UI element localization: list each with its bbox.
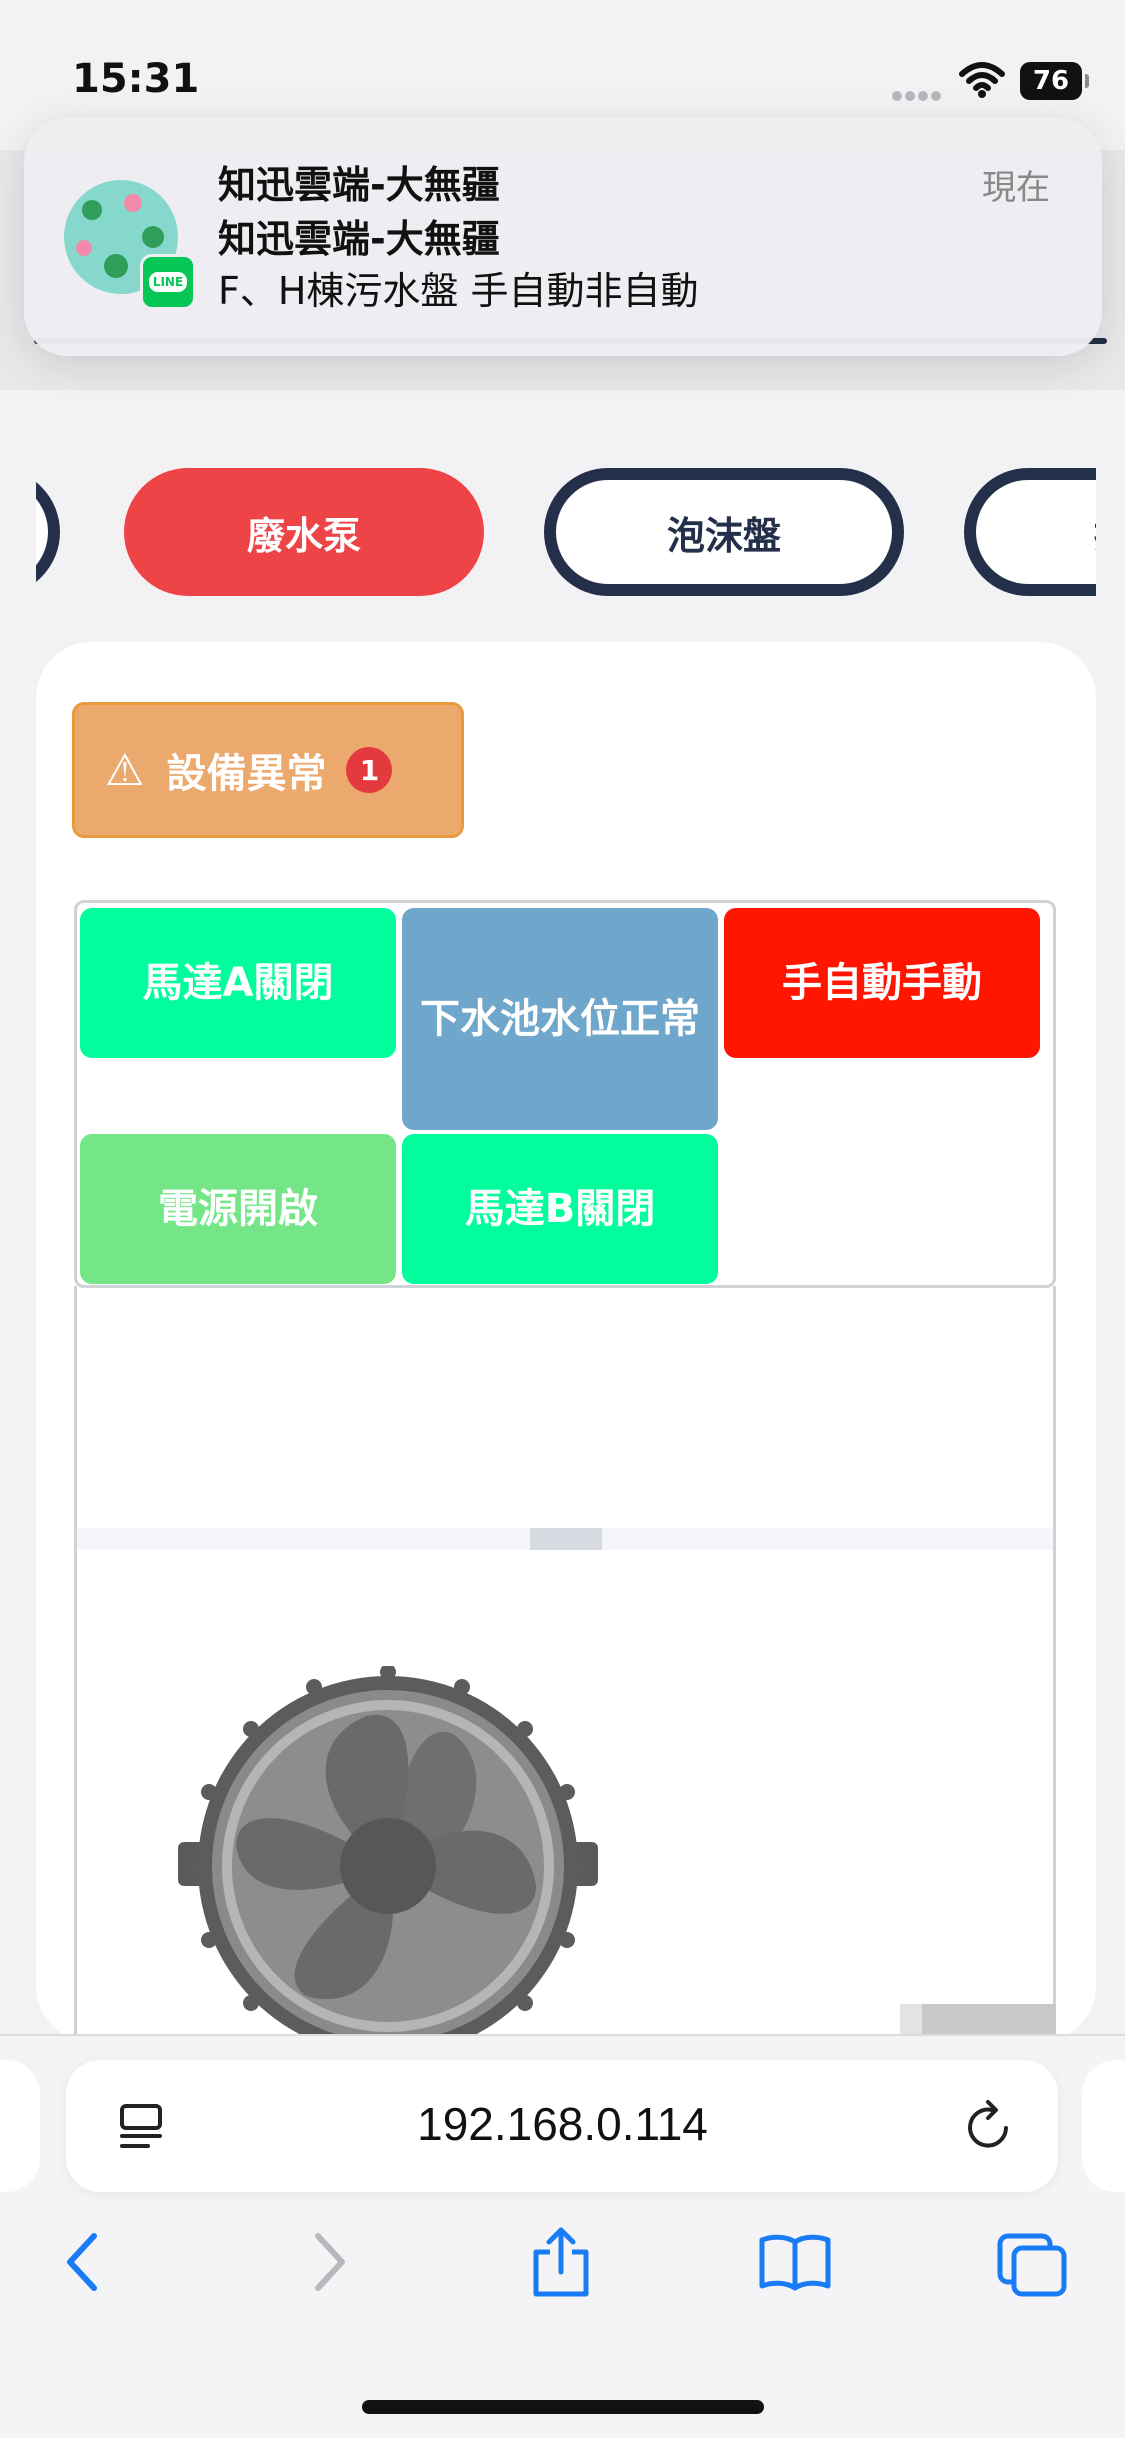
tab-next[interactable]: 抽 <box>964 468 1096 596</box>
reload-icon[interactable] <box>962 2098 1018 2154</box>
line-app-label: LINE <box>148 272 188 292</box>
notification-body: F、H棟污水盤 手自動非自動 <box>218 269 699 313</box>
tab-previous[interactable] <box>36 468 60 596</box>
back-icon[interactable] <box>62 2232 106 2292</box>
notification-title: 知迅雲端-大無疆 <box>218 163 500 207</box>
status-motor-a[interactable]: 馬達A關閉 <box>80 908 396 1058</box>
notification-time: 現在 <box>982 168 1050 208</box>
tabs-overview-icon[interactable] <box>996 2232 1068 2298</box>
home-indicator[interactable] <box>362 2400 764 2414</box>
alert-count-badge: 1 <box>346 747 393 793</box>
forward-icon[interactable] <box>306 2232 350 2292</box>
tab-foam-tray[interactable]: 泡沫盤 <box>544 468 904 596</box>
device-alert-button[interactable]: ⚠ 設備異常 1 <box>72 702 464 838</box>
status-auto-manual-mode[interactable]: 手自動手動 <box>724 908 1040 1058</box>
status-motor-b[interactable]: 馬達B關閉 <box>402 1134 718 1284</box>
bookmarks-icon[interactable] <box>758 2232 832 2292</box>
category-tab-bar: 廢水泵 泡沫盤 抽 <box>36 440 1096 620</box>
notification-subtitle: 知迅雲端-大無疆 <box>218 217 500 261</box>
fan-icon <box>178 1666 598 2046</box>
warning-icon: ⚠ <box>105 744 145 796</box>
device-alert-label: 設備異常 <box>166 751 327 797</box>
status-power[interactable]: 電源開啟 <box>80 1134 396 1284</box>
battery-icon: 76 <box>1020 62 1089 100</box>
tab-waste-pump[interactable]: 廢水泵 <box>124 468 484 596</box>
status-sump-water-level[interactable]: 下水池水位正常 <box>402 908 718 1130</box>
line-app-icon: LINE <box>140 254 196 310</box>
panel-resize-handle[interactable] <box>530 1528 602 1550</box>
status-time: 15:31 <box>72 56 200 102</box>
line-notification[interactable]: LINE 知迅雲端-大無疆 知迅雲端-大無疆 F、H棟污水盤 手自動非自動 現在 <box>24 118 1102 356</box>
url-text: 192.168.0.114 <box>417 2098 708 2150</box>
share-icon[interactable] <box>530 2226 592 2298</box>
wifi-icon <box>959 62 1005 98</box>
signal-dots-icon <box>892 86 944 101</box>
